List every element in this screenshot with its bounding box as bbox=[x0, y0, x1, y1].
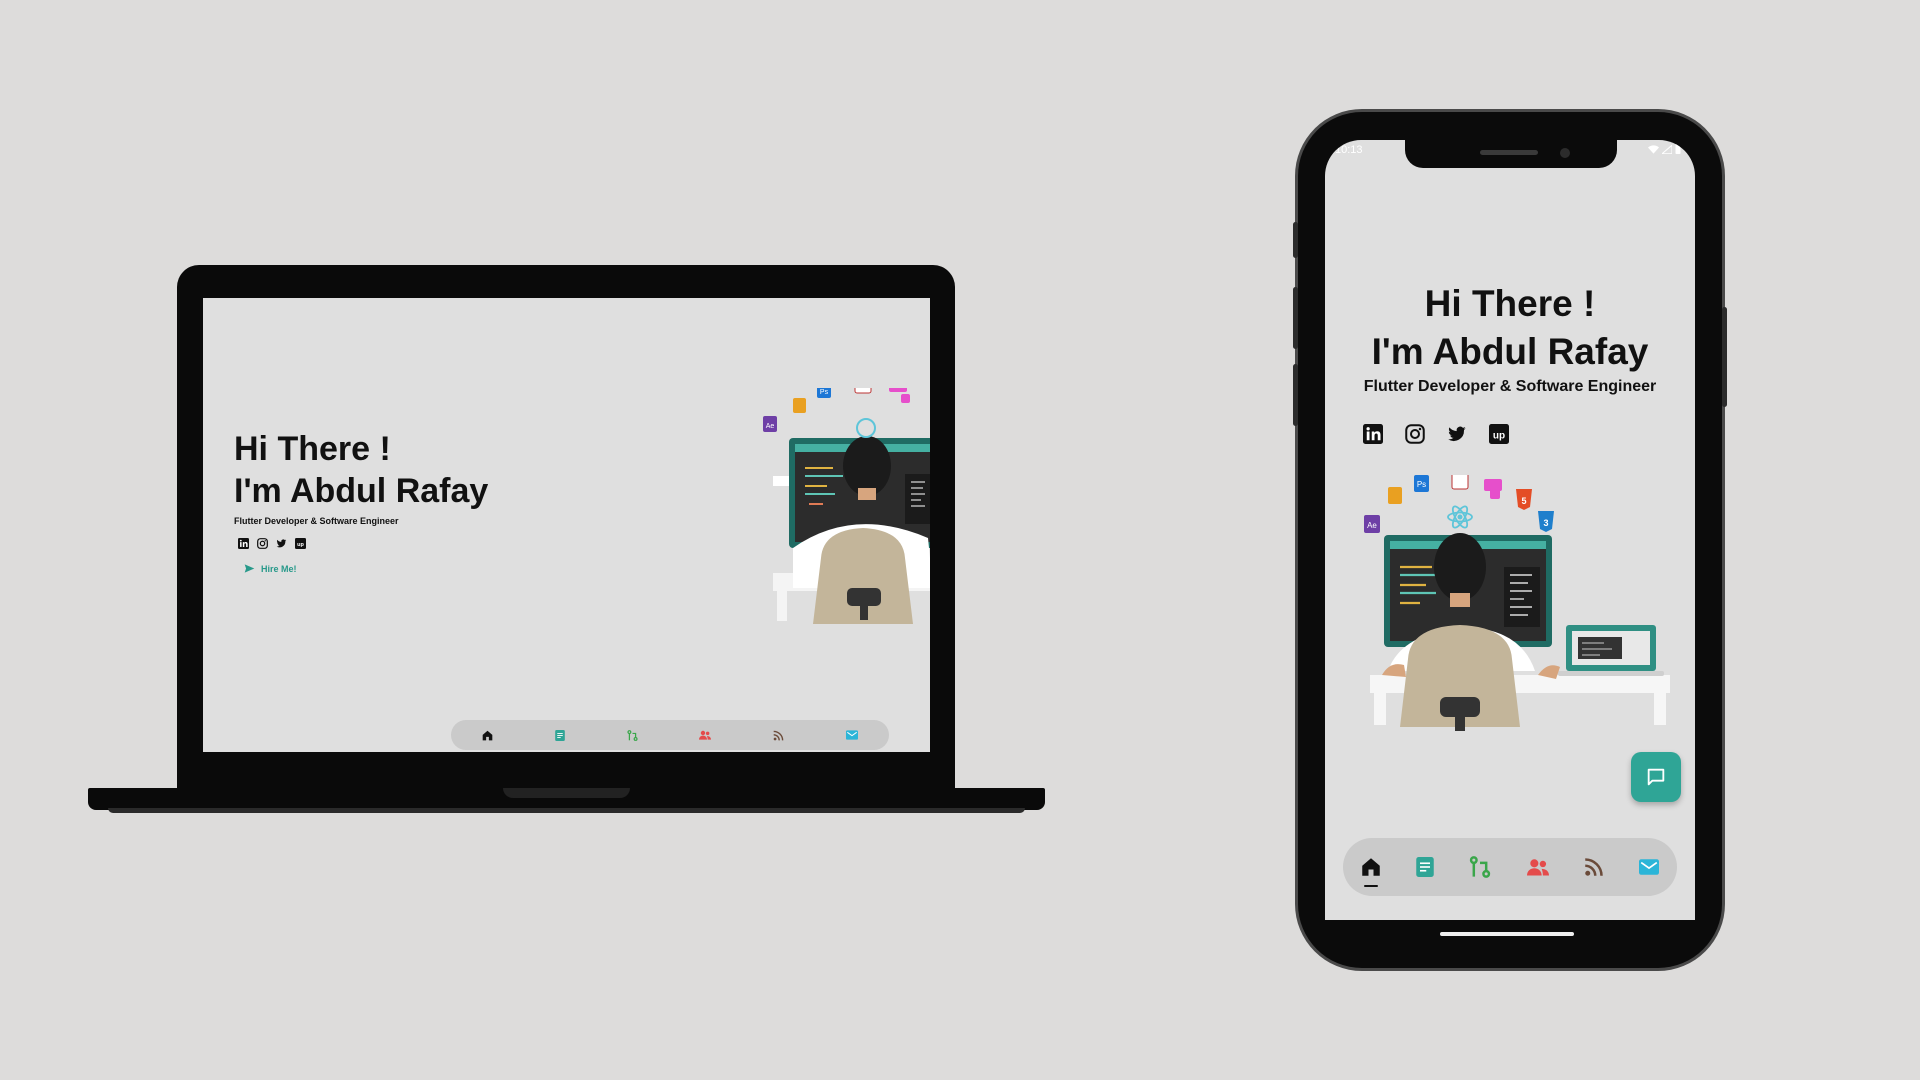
hero-subtitle: Flutter Developer & Software Engineer bbox=[1363, 378, 1657, 395]
laptop-frame: Hi There ! I'm Abdul Rafay Flutter Devel… bbox=[177, 265, 955, 790]
nav-home[interactable] bbox=[1361, 857, 1381, 887]
active-indicator bbox=[1363, 885, 1378, 887]
users-icon bbox=[1526, 859, 1549, 876]
battery-icon bbox=[1675, 144, 1681, 154]
rss-icon bbox=[1585, 858, 1603, 876]
phone-side-button bbox=[1293, 222, 1298, 258]
users-icon bbox=[699, 730, 712, 740]
wifi-icon bbox=[1647, 145, 1659, 154]
svg-text:3: 3 bbox=[1543, 518, 1548, 528]
hire-me-button[interactable]: Hire Me! bbox=[244, 563, 488, 574]
rss-icon bbox=[773, 730, 784, 740]
social-links: up bbox=[238, 538, 488, 549]
hire-me-label: Hire Me! bbox=[261, 563, 297, 574]
chat-icon bbox=[1647, 768, 1665, 786]
upwork-icon[interactable]: up bbox=[1489, 424, 1509, 444]
nav-about[interactable] bbox=[699, 730, 712, 740]
status-icons bbox=[1647, 144, 1681, 157]
twitter-icon[interactable] bbox=[276, 538, 287, 549]
home-indicator bbox=[1440, 932, 1574, 936]
hero-greeting: Hi There ! bbox=[234, 430, 391, 468]
nav-home[interactable] bbox=[482, 730, 493, 741]
hero-name: I'm Abdul Rafay bbox=[234, 472, 489, 510]
nav-resume[interactable] bbox=[554, 729, 565, 741]
send-icon bbox=[244, 564, 255, 573]
hero-section: Hi There ! I'm Abdul Rafay Flutter Devel… bbox=[234, 428, 488, 574]
nav-about[interactable] bbox=[1526, 858, 1549, 876]
svg-text:up: up bbox=[297, 542, 304, 548]
laptop-base-foot bbox=[108, 808, 1025, 813]
chat-fab-button[interactable] bbox=[1631, 752, 1681, 802]
mail-icon bbox=[1639, 859, 1660, 875]
nav-contact[interactable] bbox=[1639, 859, 1660, 875]
laptop-hinge-notch bbox=[503, 788, 630, 798]
phone-screen: 10:13 Hi There ! I'm Abdul Rafay Flutter… bbox=[1325, 140, 1695, 920]
home-icon bbox=[482, 730, 493, 740]
svg-text:Ae: Ae bbox=[1367, 521, 1377, 530]
git-icon bbox=[626, 729, 638, 741]
upwork-icon[interactable]: up bbox=[295, 538, 306, 549]
hero-section: Hi There ! I'm Abdul Rafay Flutter Devel… bbox=[1325, 280, 1695, 396]
front-camera bbox=[1560, 148, 1570, 158]
hero-subtitle: Flutter Developer & Software Engineer bbox=[234, 516, 399, 526]
hero-greeting: Hi There ! bbox=[1424, 283, 1596, 324]
developer-illustration: Ae Ps 5 3 bbox=[1364, 475, 1670, 731]
nav-blog[interactable] bbox=[1584, 857, 1604, 877]
svg-text:Ps: Ps bbox=[1417, 480, 1426, 489]
social-links: up bbox=[1363, 424, 1509, 444]
bottom-nav bbox=[451, 720, 889, 750]
phone-frame: 10:13 Hi There ! I'm Abdul Rafay Flutter… bbox=[1293, 112, 1727, 968]
document-icon bbox=[1416, 857, 1434, 877]
linkedin-icon[interactable] bbox=[238, 538, 249, 549]
twitter-icon[interactable] bbox=[1447, 424, 1467, 444]
document-icon bbox=[554, 729, 565, 741]
instagram-icon[interactable] bbox=[1405, 424, 1425, 444]
instagram-icon[interactable] bbox=[257, 538, 268, 549]
developer-illustration: Ae Ps bbox=[763, 388, 930, 624]
bottom-nav bbox=[1343, 838, 1677, 896]
signal-icon bbox=[1660, 144, 1673, 155]
laptop-screen: Hi There ! I'm Abdul Rafay Flutter Devel… bbox=[203, 298, 930, 752]
nav-projects[interactable] bbox=[626, 729, 638, 741]
home-icon bbox=[1361, 858, 1380, 876]
nav-resume[interactable] bbox=[1416, 857, 1434, 877]
nav-projects[interactable] bbox=[1469, 856, 1491, 878]
svg-text:5: 5 bbox=[1521, 496, 1526, 506]
linkedin-icon[interactable] bbox=[1363, 424, 1383, 444]
phone-volume-down bbox=[1293, 364, 1298, 426]
nav-blog[interactable] bbox=[773, 730, 784, 741]
hero-name: I'm Abdul Rafay bbox=[1371, 331, 1649, 372]
svg-text:up: up bbox=[1493, 430, 1505, 441]
mail-icon bbox=[846, 730, 859, 740]
git-icon bbox=[1470, 856, 1491, 878]
phone-notch bbox=[1405, 140, 1617, 168]
status-time: 10:13 bbox=[1335, 144, 1363, 156]
phone-volume-up bbox=[1293, 287, 1298, 349]
svg-text:Ae: Ae bbox=[766, 423, 775, 430]
phone-power-button bbox=[1722, 307, 1727, 407]
nav-contact[interactable] bbox=[846, 730, 859, 740]
svg-text:Ps: Ps bbox=[820, 389, 829, 396]
notch-speaker bbox=[1480, 150, 1538, 155]
